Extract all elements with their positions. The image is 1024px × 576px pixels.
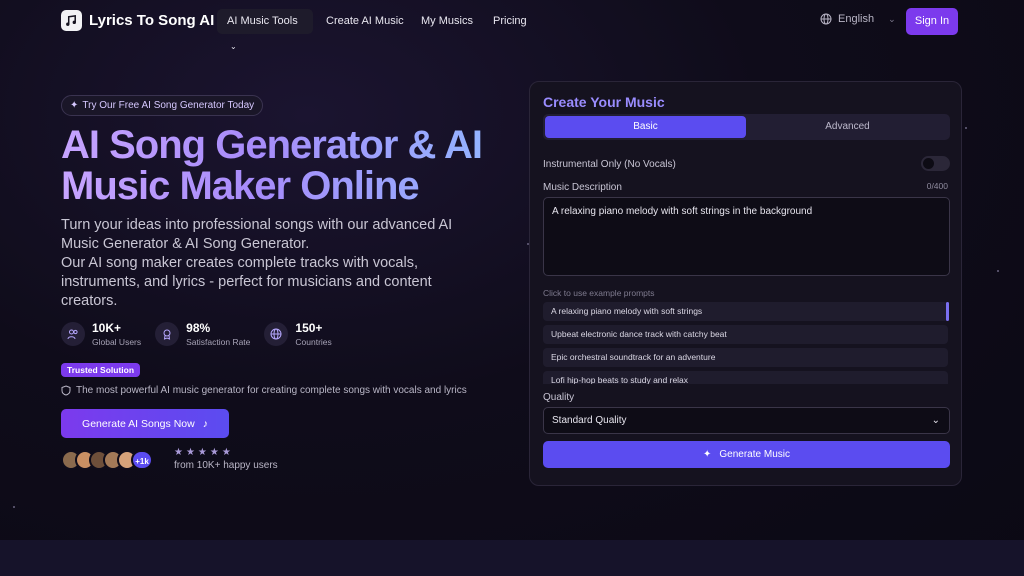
free-generator-badge[interactable]: ✦ Try Our Free AI Song Generator Today	[61, 95, 264, 116]
examples-label: Click to use example prompts	[543, 288, 655, 298]
users-icon	[61, 322, 85, 346]
generate-ai-songs-button[interactable]: Generate AI Songs Now ♪	[61, 409, 229, 438]
panel-title: Create Your Music	[543, 94, 665, 110]
stat-satisfaction-label: Satisfaction Rate	[186, 337, 251, 347]
chevron-down-icon: ⌄	[230, 42, 237, 51]
decor-dot	[965, 127, 967, 129]
hero-title: AI Song Generator & AI Music Maker Onlin…	[61, 125, 491, 207]
stat-users-label: Global Users	[92, 337, 142, 347]
nav-pricing[interactable]: Pricing	[483, 9, 537, 34]
award-icon	[155, 322, 180, 346]
stat-countries-value: 150+	[295, 321, 323, 335]
tab-basic[interactable]: Basic	[545, 116, 746, 138]
chevron-down-icon: ⌄	[931, 415, 940, 426]
quality-select[interactable]: Standard Quality ⌄	[543, 407, 950, 434]
music-description-input[interactable]: A relaxing piano melody with soft string…	[543, 197, 950, 276]
mode-tabs: Basic Advanced	[543, 114, 950, 140]
powerful-tagline: The most powerful AI music generator for…	[61, 385, 467, 396]
language-label: English	[838, 13, 875, 25]
trusted-solution-badge: Trusted Solution	[61, 363, 141, 377]
happy-users-text: from 10K+ happy users	[174, 460, 278, 471]
character-count: 0/400	[926, 181, 948, 191]
example-prompt[interactable]: Epic orchestral soundtrack for an advent…	[543, 348, 948, 367]
sign-in-button[interactable]: Sign In	[906, 8, 958, 35]
language-selector[interactable]: English ⌄	[820, 13, 896, 25]
nav-ai-music-tools-label: AI Music Tools	[227, 15, 298, 27]
brand-logo[interactable]: Lyrics To Song AI	[61, 10, 214, 31]
stats-row: 10K+ Global Users 98% Satisfaction Rate …	[61, 321, 346, 347]
decor-dot	[13, 506, 15, 508]
create-music-panel: Create Your Music Basic Advanced Instrum…	[529, 81, 962, 486]
bottom-band	[0, 540, 1024, 576]
shield-icon	[61, 385, 71, 396]
avatars-more-count: +1k	[131, 450, 153, 470]
example-prompt[interactable]: Lofi hip-hop beats to study and relax	[543, 371, 948, 384]
generate-music-label: Generate Music	[719, 449, 790, 460]
stat-users: 10K+ Global Users	[61, 321, 141, 347]
globe-icon	[820, 13, 832, 25]
badge-label: Try Our Free AI Song Generator Today	[82, 100, 255, 111]
generate-music-button[interactable]: ✦ Generate Music	[543, 441, 950, 468]
examples-scrollbar[interactable]	[946, 302, 949, 321]
decor-dot	[997, 270, 999, 272]
instrumental-label: Instrumental Only (No Vocals)	[543, 159, 676, 170]
stat-satisfaction: 98% Satisfaction Rate	[155, 321, 250, 347]
tab-advanced[interactable]: Advanced	[747, 116, 948, 138]
example-prompts-list: A relaxing piano melody with soft string…	[543, 302, 948, 384]
music-note-icon	[61, 10, 82, 31]
top-navigation: Lyrics To Song AI AI Music Tools ⌄ Creat…	[0, 0, 1024, 51]
stat-countries: 150+ Countries	[264, 321, 332, 347]
quality-select-value: Standard Quality	[552, 415, 627, 426]
hero-description: Turn your ideas into professional songs …	[61, 216, 481, 311]
rating-stars: ★★★★★	[174, 447, 234, 458]
stat-satisfaction-value: 98%	[186, 321, 211, 335]
music-note-icon: ♪	[202, 417, 208, 430]
example-prompt[interactable]: A relaxing piano melody with soft string…	[543, 302, 948, 321]
chevron-down-icon: ⌄	[888, 13, 896, 24]
hero-description-line-2: Our AI song maker creates complete track…	[61, 255, 432, 309]
globe-icon	[264, 322, 289, 346]
example-prompt[interactable]: Upbeat electronic dance track with catch…	[543, 325, 948, 344]
user-avatars: +1k	[61, 450, 153, 470]
stat-users-value: 10K+	[92, 321, 122, 335]
stat-countries-label: Countries	[295, 337, 332, 347]
nav-create-ai-music[interactable]: Create AI Music	[316, 9, 414, 34]
nav-ai-music-tools[interactable]: AI Music Tools ⌄	[217, 9, 313, 51]
hero-description-line-1: Turn your ideas into professional songs …	[61, 217, 453, 252]
powerful-tagline-text: The most powerful AI music generator for…	[76, 385, 467, 396]
cta-label: Generate AI Songs Now	[82, 417, 195, 430]
toggle-knob	[923, 158, 934, 169]
sparkle-icon: ✦	[70, 100, 79, 111]
description-label: Music Description	[543, 182, 622, 193]
quality-label: Quality	[543, 392, 575, 403]
nav-my-musics[interactable]: My Musics	[411, 9, 483, 34]
sparkle-icon: ✦	[703, 449, 712, 460]
brand-name: Lyrics To Song AI	[89, 12, 215, 29]
instrumental-toggle[interactable]	[921, 156, 950, 171]
